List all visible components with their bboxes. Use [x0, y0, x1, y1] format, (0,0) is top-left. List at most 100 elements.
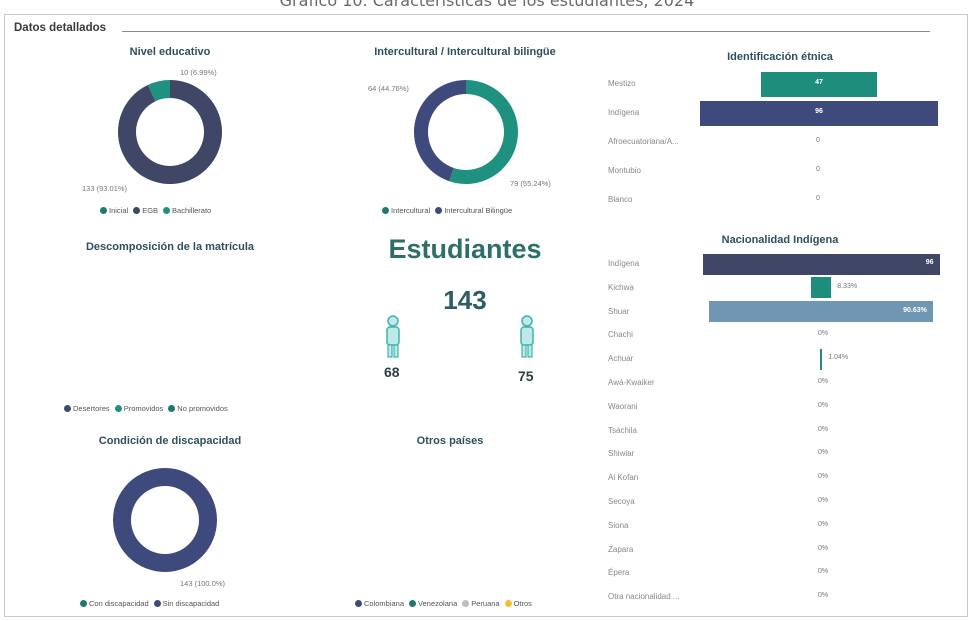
- nacionalidad-category-label: Zapara: [608, 544, 634, 554]
- intercultural-slice-intercultural: [449, 80, 518, 184]
- legend-swatch: [168, 405, 176, 412]
- discapacidad-legend-item: Sin discapacidad: [153, 599, 220, 608]
- nivel-educativo-label-bachillerato: 10 (6.99%): [180, 68, 217, 77]
- nacionalidad-data-label: 0%: [818, 449, 829, 457]
- nivel-educativo-legend-item: Inicial: [100, 206, 128, 215]
- matricula-legend-item: No promovidos: [168, 404, 228, 413]
- legend-swatch: [163, 207, 171, 214]
- nacionalidad-bar: [810, 277, 832, 299]
- nacionalidad-data-label: 0%: [818, 473, 829, 481]
- legend-swatch: [100, 207, 107, 214]
- otros-paises-legend-item: Otros: [504, 599, 532, 608]
- legend-swatch: [64, 405, 71, 412]
- nacionalidad-data-label: 0%: [818, 592, 829, 600]
- etnica-category-label: Blanco: [608, 195, 633, 204]
- nacionalidad-data-label: 0%: [818, 378, 829, 385]
- legend-label: Promovidos: [123, 404, 164, 413]
- legend-label: Otros: [513, 599, 532, 608]
- nacionalidad-category-label: Shiwiar: [608, 449, 635, 459]
- student-figure-icon-2: [520, 315, 534, 358]
- nacionalidad-bar: [819, 348, 823, 370]
- frame-title: Datos detallados: [14, 22, 107, 34]
- etnica-category-label: Mestizo: [608, 79, 636, 88]
- etnica-data-label: 0: [816, 166, 820, 173]
- legend-swatch: [355, 600, 362, 607]
- nacionalidad-category-label: Tsáchila: [608, 425, 637, 435]
- otros-paises-title: Otros países: [416, 435, 484, 447]
- legend-label: Con discapacidad: [89, 599, 149, 608]
- etnica-category-label: Indígena: [608, 108, 640, 117]
- student-figure-icon: [386, 315, 400, 358]
- intercultural-legend-item: Intercultural: [382, 206, 430, 215]
- discapacidad-legend-item: Con discapacidad: [80, 599, 149, 608]
- estudiantes-left-count: 68: [384, 364, 400, 380]
- intercultural-slice-intercultural-biling-e: [414, 80, 466, 182]
- matricula-title: Descomposición de la matrícula: [85, 241, 255, 253]
- legend-label: Peruana: [471, 599, 500, 608]
- nacionalidad-category-label: Kichwa: [608, 282, 634, 292]
- legend-swatch: [80, 600, 87, 607]
- nacionalidad-data-label: 96: [925, 259, 934, 266]
- intercultural-legend-item: Intercultural Bilingüe: [435, 206, 512, 215]
- legend-swatch: [504, 600, 512, 607]
- estudiantes-title: Estudiantes: [388, 234, 542, 264]
- otros-paises-legend-item: Peruana: [462, 599, 500, 608]
- legend-label: EGB: [142, 206, 159, 215]
- legend-swatch: [435, 207, 443, 214]
- nacionalidad-category-label: Siona: [608, 520, 629, 530]
- legend-label: Bachillerato: [172, 206, 212, 215]
- nacionalidad-category-label: Épera: [608, 568, 630, 578]
- nacionalidad-data-label: 0%: [818, 544, 829, 552]
- nivel-educativo-legend: Inicial EGB Bachillerato: [100, 206, 211, 215]
- matricula-legend: Desertores Promovidos No promovidos: [64, 404, 228, 413]
- nivel-educativo-title: Nivel educativo: [129, 46, 211, 58]
- legend-swatch: [409, 600, 417, 607]
- discapacidad-title: Condición de discapacidad: [98, 435, 242, 447]
- legend-label: Sin discapacidad: [162, 599, 220, 608]
- nacionalidad-data-label: 90.63%: [903, 306, 927, 314]
- nacionalidad-data-label: 1.04%: [828, 354, 849, 362]
- nacionalidad-category-label: Indígena: [608, 259, 640, 268]
- legend-label: Venezolana: [418, 599, 458, 608]
- nacionalidad-data-label: 8.33%: [837, 282, 858, 290]
- legend-label: Inicial: [109, 206, 129, 215]
- intercultural-label-intercultural: 79 (55.24%): [510, 179, 551, 188]
- etnica-data-label: 47: [815, 79, 823, 86]
- intercultural-legend: Intercultural Intercultural Bilingüe: [382, 206, 512, 215]
- legend-swatch: [382, 207, 389, 214]
- matricula-legend-item: Promovidos: [114, 404, 164, 413]
- legend-swatch: [114, 405, 122, 412]
- discapacidad-slice-sin-discapacidad: [113, 468, 217, 572]
- otros-paises-legend-item: Colombiana: [355, 599, 404, 608]
- legend-label: No promovidos: [177, 404, 228, 413]
- etnica-data-label: 0: [816, 137, 820, 144]
- discapacidad-label: 143 (100.0%): [180, 579, 226, 588]
- nacionalidad-category-label: Achuar: [608, 354, 634, 364]
- frame-title-rule: [122, 31, 930, 32]
- etnica-data-label: 0: [816, 195, 820, 202]
- estudiantes-right-count: 75: [518, 368, 534, 384]
- otros-paises-legend: Colombiana Venezolana Peruana Otros: [355, 599, 532, 608]
- etnica-category-label: Montubio: [608, 166, 641, 175]
- intercultural-title: Intercultural / Intercultural bilingüe: [374, 46, 556, 58]
- intercultural-donut: [414, 80, 518, 184]
- legend-label: Intercultural Bilingüe: [444, 206, 513, 215]
- estudiantes-total: 143: [443, 285, 487, 315]
- nacionalidad-data-label: 0%: [818, 401, 829, 409]
- legend-label: Intercultural: [391, 206, 431, 215]
- figure-caption: Gráfico 10. Características de los estud…: [279, 0, 695, 10]
- nacionalidad-title: Nacionalidad Indígena: [721, 234, 839, 246]
- nacionalidad-category-label: Ai Kofan: [608, 473, 639, 483]
- etnica-title: Identificación étnica: [727, 51, 833, 63]
- legend-swatch: [153, 600, 161, 607]
- legend-label: Colombiana: [364, 599, 405, 608]
- legend-label: Desertores: [73, 404, 110, 413]
- nacionalidad-category-label: Waorani: [608, 401, 638, 411]
- intercultural-label-bilingue: 64 (44.76%): [368, 84, 409, 93]
- nacionalidad-data-label: 0%: [818, 425, 829, 433]
- discapacidad-donut: [113, 468, 217, 572]
- nacionalidad-category-label: Otra nacionalidad ...: [608, 592, 680, 602]
- nivel-educativo-donut: [117, 80, 222, 184]
- etnica-data-label: 96: [815, 108, 823, 115]
- nacionalidad-category-label: Chachi: [608, 330, 633, 340]
